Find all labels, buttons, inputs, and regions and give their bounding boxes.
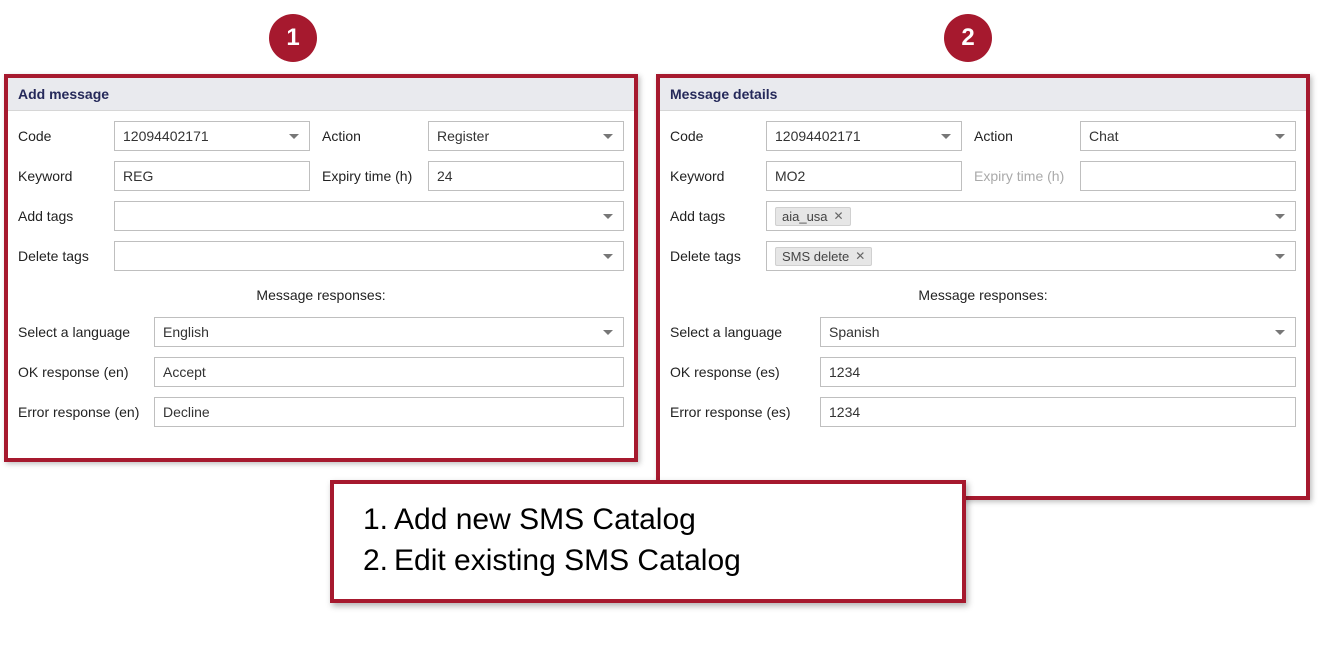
- delete-tags-label: Delete tags: [18, 248, 114, 264]
- expiry-label: Expiry time (h): [322, 168, 428, 184]
- add-tags-input-r[interactable]: aia_usa ✕: [766, 201, 1296, 231]
- ok-response-value-r: 1234: [829, 364, 860, 380]
- keyword-input-r[interactable]: MO2: [766, 161, 962, 191]
- ok-response-label-r: OK response (es): [670, 364, 820, 380]
- tag-chip-add[interactable]: aia_usa ✕: [775, 207, 851, 226]
- keyword-value: REG: [123, 168, 153, 184]
- delete-tags-input-r[interactable]: SMS delete ✕: [766, 241, 1296, 271]
- expiry-label-r: Expiry time (h): [974, 168, 1080, 184]
- panel-header-details: Message details: [660, 78, 1306, 111]
- tag-chip-add-remove-icon[interactable]: ✕: [834, 209, 844, 223]
- error-response-value: Decline: [163, 404, 210, 420]
- expiry-input[interactable]: 24: [428, 161, 624, 191]
- panel-message-details: Message details Code 12094402171 Action …: [656, 74, 1310, 500]
- error-response-input[interactable]: Decline: [154, 397, 624, 427]
- delete-tags-label-r: Delete tags: [670, 248, 766, 264]
- ok-response-input-r[interactable]: 1234: [820, 357, 1296, 387]
- caption-box: 1. Add new SMS Catalog 2. Edit existing …: [330, 480, 966, 603]
- language-label: Select a language: [18, 324, 154, 340]
- ok-response-input[interactable]: Accept: [154, 357, 624, 387]
- action-label: Action: [322, 128, 428, 144]
- badge-1: 1: [269, 14, 317, 62]
- action-dropdown-r[interactable]: Chat: [1080, 121, 1296, 151]
- tag-chip-delete[interactable]: SMS delete ✕: [775, 247, 872, 266]
- error-response-input-r[interactable]: 1234: [820, 397, 1296, 427]
- error-response-value-r: 1234: [829, 404, 860, 420]
- language-value: English: [163, 324, 209, 340]
- action-value: Register: [437, 128, 489, 144]
- language-dropdown-r[interactable]: Spanish: [820, 317, 1296, 347]
- add-tags-label-r: Add tags: [670, 208, 766, 224]
- keyword-value-r: MO2: [775, 168, 805, 184]
- tag-chip-delete-text: SMS delete: [782, 249, 849, 264]
- keyword-label: Keyword: [18, 168, 114, 184]
- panel-add-message: Add message Code 12094402171 Action Regi…: [4, 74, 638, 462]
- code-dropdown-r[interactable]: 12094402171: [766, 121, 962, 151]
- caption-number-2: 2.: [354, 541, 388, 582]
- responses-title: Message responses:: [18, 287, 624, 303]
- action-value-r: Chat: [1089, 128, 1119, 144]
- expiry-value: 24: [437, 168, 453, 184]
- keyword-input[interactable]: REG: [114, 161, 310, 191]
- keyword-label-r: Keyword: [670, 168, 766, 184]
- ok-response-value: Accept: [163, 364, 206, 380]
- tag-chip-add-text: aia_usa: [782, 209, 828, 224]
- code-label: Code: [18, 128, 114, 144]
- action-dropdown[interactable]: Register: [428, 121, 624, 151]
- delete-tags-input[interactable]: [114, 241, 624, 271]
- code-dropdown[interactable]: 12094402171: [114, 121, 310, 151]
- caption-text-2: Edit existing SMS Catalog: [394, 541, 741, 582]
- action-label-r: Action: [974, 128, 1080, 144]
- code-value: 12094402171: [123, 128, 209, 144]
- tag-chip-delete-remove-icon[interactable]: ✕: [855, 249, 865, 263]
- expiry-input-r[interactable]: [1080, 161, 1296, 191]
- badge-2: 2: [944, 14, 992, 62]
- code-value-r: 12094402171: [775, 128, 861, 144]
- caption-text-1: Add new SMS Catalog: [394, 500, 696, 541]
- language-dropdown[interactable]: English: [154, 317, 624, 347]
- panel-body-details: Code 12094402171 Action Chat Keyword MO2…: [660, 111, 1306, 435]
- code-label-r: Code: [670, 128, 766, 144]
- responses-title-r: Message responses:: [670, 287, 1296, 303]
- caption-number-1: 1.: [354, 500, 388, 541]
- ok-response-label: OK response (en): [18, 364, 154, 380]
- language-label-r: Select a language: [670, 324, 820, 340]
- error-response-label: Error response (en): [18, 404, 154, 420]
- error-response-label-r: Error response (es): [670, 404, 820, 420]
- language-value-r: Spanish: [829, 324, 880, 340]
- add-tags-input[interactable]: [114, 201, 624, 231]
- panel-body-add: Code 12094402171 Action Register Keyword…: [8, 111, 634, 435]
- panel-header-add: Add message: [8, 78, 634, 111]
- add-tags-label: Add tags: [18, 208, 114, 224]
- stage: 1 2 Add message Code 12094402171 Action …: [0, 0, 1327, 651]
